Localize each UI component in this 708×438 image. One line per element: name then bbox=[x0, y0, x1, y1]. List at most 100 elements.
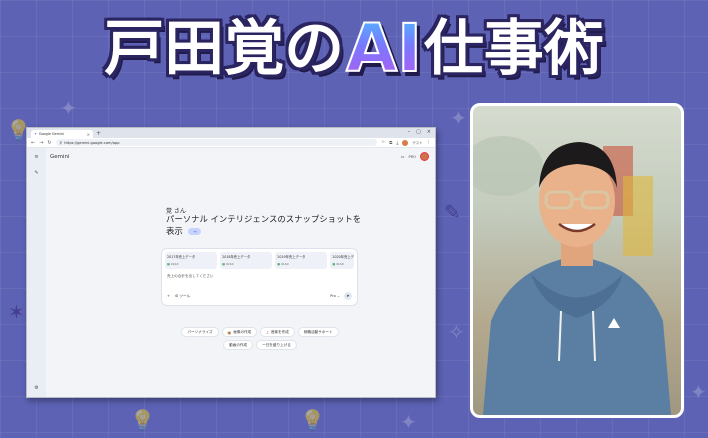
card-meta: XLSX bbox=[225, 262, 234, 266]
extensions-icon[interactable]: ⧉ bbox=[389, 140, 392, 146]
gemini-favicon-icon: ✦ bbox=[34, 132, 37, 136]
bg-foliage bbox=[473, 136, 543, 196]
sheet-icon: ▦ bbox=[277, 262, 281, 266]
sparkle-icon: ✧ bbox=[448, 320, 465, 344]
attachment-card[interactable]: 2019年売上データ ▦ XLSX bbox=[275, 252, 328, 269]
tools-button[interactable]: ⚙ ツール bbox=[175, 294, 190, 299]
gemini-main: Gemini ▭ PRO 覚 さん パーソナル インテリジェンスのスナップショッ… bbox=[46, 148, 435, 397]
portrait-photo bbox=[470, 103, 684, 418]
app-name: Gemini bbox=[50, 154, 70, 160]
reload-icon[interactable]: ↻ bbox=[47, 140, 51, 146]
bookmark-star-icon[interactable]: ☆ bbox=[381, 140, 385, 145]
prompt-input[interactable]: 売上の合計を出してください bbox=[167, 274, 214, 279]
title-suffix: 仕事術 bbox=[423, 14, 604, 84]
profile-label: ゲスト bbox=[412, 141, 423, 145]
window-controls: – ▢ × bbox=[408, 129, 431, 135]
new-chat-icon[interactable]: ✎ bbox=[34, 170, 38, 176]
title-prefix: 戸田覚の bbox=[104, 14, 345, 84]
sheet-icon: ▦ bbox=[332, 262, 336, 266]
chip-label: 動画の作成 bbox=[229, 342, 248, 347]
composer-toolbar: + ⚙ ツール Pro ⌄ ➤ bbox=[167, 292, 352, 300]
site-info-icon[interactable]: ⚲ bbox=[60, 141, 63, 145]
settings-gear-icon[interactable]: ⚙ bbox=[34, 385, 38, 391]
browser-window: ✦ Google Gemini × + – ▢ × ← → ↻ ⚲ https:… bbox=[26, 127, 436, 398]
card-title: 2017年売上データ bbox=[167, 255, 196, 259]
new-tab-button[interactable]: + bbox=[96, 130, 101, 138]
attachment-card[interactable]: 2018年売上データ ▦ XLSX bbox=[220, 252, 273, 269]
chip-create-video[interactable]: 動画の作成 bbox=[223, 340, 254, 350]
gemini-page: ≡ ✎ ⚙ Gemini ▭ PRO 覚 さん パーソナル インテリジェンスのス… bbox=[27, 148, 435, 397]
sparkle-icon: ✦ bbox=[450, 106, 467, 130]
portrait-illustration bbox=[473, 136, 671, 415]
card-title: 2019年売上データ bbox=[277, 255, 306, 259]
hoodie bbox=[483, 256, 671, 415]
minimize-icon[interactable]: – bbox=[408, 129, 411, 135]
add-icon[interactable]: + bbox=[167, 294, 170, 298]
back-icon[interactable]: ← bbox=[31, 140, 35, 146]
attachment-card[interactable]: 2020年売上データ ▦ XLSX bbox=[330, 252, 355, 269]
star-icon: ✶ bbox=[8, 300, 25, 324]
composer-right: Pro ⌄ ➤ bbox=[330, 292, 352, 300]
chip-label: 画像の作成 bbox=[233, 329, 252, 334]
url-text: https://gemini.google.com/app bbox=[64, 140, 120, 145]
mode-label: Pro bbox=[330, 294, 336, 298]
lightbulb-icon: 💡 bbox=[130, 408, 155, 432]
maximize-icon[interactable]: ▢ bbox=[416, 129, 421, 135]
lightbulb-icon: 💡 bbox=[300, 408, 325, 432]
chip-create-music[interactable]: ♪ 音楽を作成 bbox=[260, 327, 295, 337]
url-field[interactable]: ⚲ https://gemini.google.com/app bbox=[55, 139, 378, 146]
sheet-icon: ▦ bbox=[222, 262, 225, 266]
download-icon[interactable]: ⤓ bbox=[396, 140, 398, 146]
address-bar-row: ← → ↻ ⚲ https://gemini.google.com/app ☆ … bbox=[27, 138, 435, 148]
chip-brighten-day[interactable]: 一日を盛り上げる bbox=[256, 340, 297, 350]
top-right-controls: ▭ PRO bbox=[401, 152, 429, 161]
bg-yellow-shape bbox=[623, 176, 653, 256]
profile-avatar[interactable] bbox=[402, 139, 409, 146]
chip-personalize[interactable]: パーソナライズ bbox=[181, 327, 219, 337]
menu-hamburger-icon[interactable]: ≡ bbox=[34, 154, 38, 160]
chip-label: パーソナライズ bbox=[187, 329, 213, 334]
card-meta: XLSX bbox=[281, 262, 289, 266]
mode-selector[interactable]: Pro ⌄ bbox=[330, 294, 340, 298]
chip-label: 音楽を作成 bbox=[270, 329, 289, 334]
chat-icon[interactable]: ▭ bbox=[401, 154, 405, 159]
thumbnail-title: 戸田覚の AI 仕事術 bbox=[8, 6, 700, 92]
send-button[interactable]: ➤ bbox=[344, 292, 352, 300]
forward-icon[interactable]: → bbox=[39, 140, 43, 146]
chip-job-support[interactable]: 就職活動サポート bbox=[297, 327, 339, 337]
pencil-icon: ✎ bbox=[444, 200, 461, 224]
close-tab-icon[interactable]: × bbox=[87, 132, 90, 137]
show-arrow-button[interactable]: → bbox=[188, 227, 202, 235]
card-meta: XLSX bbox=[170, 262, 179, 266]
music-icon: ♪ bbox=[266, 329, 269, 335]
chip-label: 一日を盛り上げる bbox=[262, 342, 291, 347]
sparkle-icon: ✦ bbox=[60, 96, 77, 120]
sparkle-icon: ✦ bbox=[400, 410, 417, 434]
suggestion-chips: パーソナライズ ▣ 画像の作成 ♪ 音楽を作成 就職活動サポート 動画の作成 一 bbox=[180, 327, 340, 350]
tab-title: Google Gemini bbox=[38, 132, 64, 136]
chip-create-image[interactable]: ▣ 画像の作成 bbox=[221, 327, 258, 337]
sidebar: ≡ ✎ ⚙ bbox=[27, 148, 46, 397]
tab-bar: ✦ Google Gemini × + – ▢ × bbox=[27, 128, 435, 138]
card-title: 2020年売上データ bbox=[332, 255, 354, 259]
user-avatar[interactable] bbox=[420, 152, 429, 161]
pro-badge: PRO bbox=[408, 154, 417, 159]
sheet-icon: ▦ bbox=[167, 262, 170, 266]
greeting-headline: パーソナル インテリジェンスのスナップショットを表示 → bbox=[166, 214, 366, 237]
card-meta: XLSX bbox=[336, 262, 344, 266]
toolbar-icons: ☆ ⧉ ⤓ ゲスト ⋮ bbox=[381, 139, 432, 146]
chip-label: 就職活動サポート bbox=[303, 329, 333, 334]
sparkle-icon: ✦ bbox=[690, 380, 707, 404]
image-icon: ▣ bbox=[227, 329, 232, 335]
card-title: 2018年売上データ bbox=[222, 255, 251, 259]
menu-icon[interactable]: ⋮ bbox=[427, 140, 432, 145]
attachment-card[interactable]: 2017年売上データ ▦ XLSX bbox=[165, 252, 218, 269]
tools-icon: ⚙ bbox=[175, 293, 179, 298]
tools-label: ツール bbox=[179, 293, 191, 298]
title-ai: AI bbox=[345, 10, 423, 87]
chevron-down-icon: ⌄ bbox=[336, 294, 340, 298]
attachment-cards: 2017年売上データ ▦ XLSX 2018年売上データ ▦ XLSX 2019… bbox=[162, 249, 357, 269]
close-window-icon[interactable]: × bbox=[427, 129, 431, 135]
prompt-composer: 2017年売上データ ▦ XLSX 2018年売上データ ▦ XLSX 2019… bbox=[161, 248, 358, 306]
tab-gemini[interactable]: ✦ Google Gemini × bbox=[31, 130, 93, 138]
